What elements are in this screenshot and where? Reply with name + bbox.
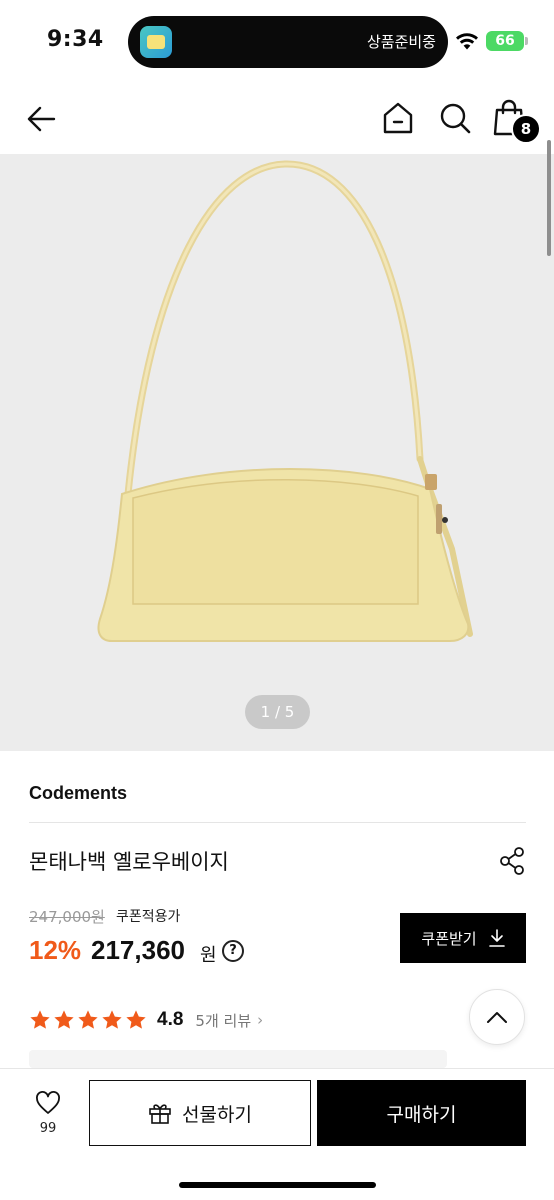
heart-icon xyxy=(36,1091,60,1114)
product-title: 몬태나백 옐로우베이지 xyxy=(29,850,229,874)
coupon-price-label: 쿠폰적용가 xyxy=(116,909,181,925)
back-arrow-icon[interactable] xyxy=(24,101,60,137)
sale-price: 217,360 xyxy=(91,935,185,965)
star-icon xyxy=(78,1010,98,1029)
currency-unit: 원 xyxy=(200,945,217,966)
scroll-indicator xyxy=(547,140,551,256)
divider xyxy=(29,822,526,823)
cart-count-badge: 8 xyxy=(511,114,541,144)
image-page-counter: 1 / 5 xyxy=(245,695,310,729)
star-icon xyxy=(30,1010,50,1029)
top-navigation: 8 xyxy=(0,84,554,154)
discount-rate: 12% xyxy=(29,935,82,965)
star-icon xyxy=(126,1010,146,1029)
home-indicator xyxy=(179,1182,376,1188)
get-coupon-button[interactable]: 쿠폰받기 xyxy=(400,913,526,963)
brand-name[interactable]: Codements xyxy=(29,783,127,804)
home-icon[interactable] xyxy=(380,100,416,136)
next-section-placeholder xyxy=(29,1050,447,1068)
chevron-right-icon: › xyxy=(257,1011,264,1029)
search-icon[interactable] xyxy=(437,100,473,136)
original-price: 247,000원 xyxy=(29,908,105,926)
like-button[interactable]: 99 xyxy=(18,1091,78,1147)
gift-button-label: 선물하기 xyxy=(182,1103,252,1126)
app-icon xyxy=(140,26,172,58)
product-image xyxy=(97,160,473,642)
like-count: 99 xyxy=(39,1121,57,1136)
review-count-link[interactable]: 5개 리뷰 xyxy=(195,1010,251,1031)
bottom-action-bar: 99 선물하기 구매하기 xyxy=(0,1068,554,1200)
rating-row[interactable]: 4.8 5개 리뷰 › xyxy=(29,1006,263,1034)
rating-value: 4.8 xyxy=(157,1009,184,1030)
gift-icon xyxy=(149,1104,171,1124)
status-time: 9:34 xyxy=(47,27,104,52)
wifi-icon xyxy=(456,33,478,50)
buy-button-label: 구매하기 xyxy=(386,1103,457,1126)
buy-button[interactable]: 구매하기 xyxy=(317,1080,526,1146)
island-status-text: 상품준비중 xyxy=(366,33,436,51)
dynamic-island[interactable]: 상품준비중 xyxy=(128,16,448,68)
download-icon xyxy=(488,929,505,947)
chevron-up-icon xyxy=(487,1012,507,1023)
product-image-gallery[interactable]: 1 / 5 xyxy=(0,154,554,751)
status-bar: 9:34 상품준비중 66 xyxy=(0,0,554,84)
star-icon xyxy=(54,1010,74,1029)
scroll-to-top-button[interactable] xyxy=(469,989,525,1045)
price-help-icon[interactable]: ? xyxy=(222,940,244,962)
share-icon[interactable] xyxy=(498,846,526,876)
star-icon xyxy=(102,1010,122,1029)
get-coupon-label: 쿠폰받기 xyxy=(421,929,477,948)
gift-button[interactable]: 선물하기 xyxy=(89,1080,311,1146)
rating-stars xyxy=(29,1009,147,1031)
battery-icon: 66 xyxy=(486,31,528,51)
